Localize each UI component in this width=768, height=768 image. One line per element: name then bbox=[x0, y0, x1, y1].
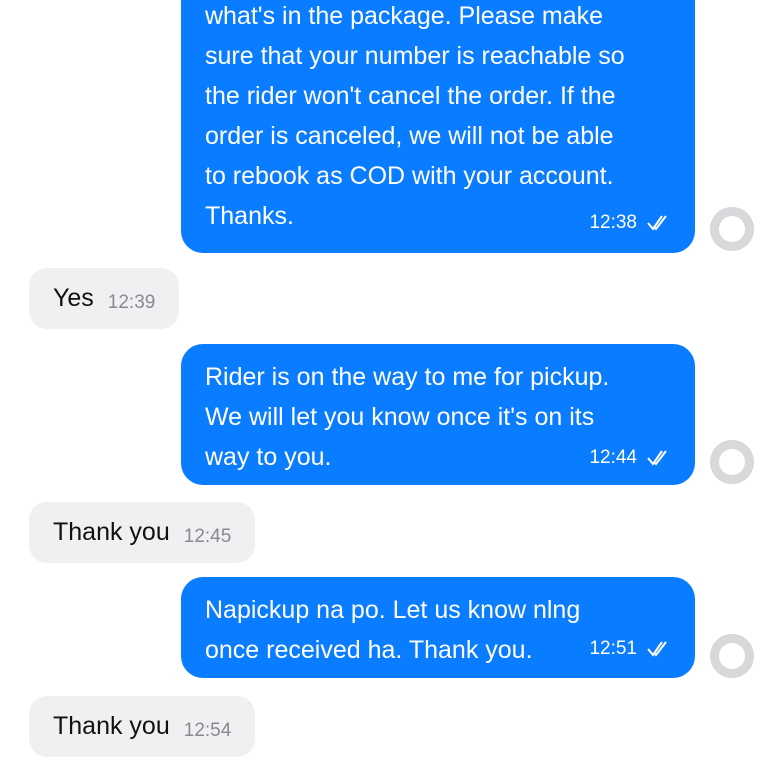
double-check-icon bbox=[647, 215, 667, 231]
chat-thread: what's in the package. Please make sure … bbox=[0, 0, 768, 768]
message-line: way to you. bbox=[205, 443, 332, 471]
message-line: We will let you know once it's on its bbox=[205, 403, 595, 431]
message-time: 12:45 bbox=[183, 525, 232, 547]
outgoing-message[interactable]: Napickup na po. Let us know nlng once re… bbox=[181, 577, 695, 678]
message-line: what's in the package. Please make bbox=[205, 2, 604, 30]
message-line: Thanks. bbox=[205, 202, 294, 230]
message-time: 12:38 bbox=[589, 212, 637, 233]
incoming-message[interactable]: Thank you 12:45 bbox=[29, 502, 256, 563]
message-meta: 12:51 bbox=[589, 638, 669, 660]
incoming-message[interactable]: Yes 12:39 bbox=[29, 268, 180, 329]
message-text: Thank you bbox=[53, 712, 170, 740]
double-check-icon bbox=[647, 641, 667, 657]
message-time: 12:39 bbox=[107, 291, 156, 313]
avatar[interactable] bbox=[710, 634, 754, 678]
double-check-icon bbox=[647, 450, 667, 466]
user-silhouette-icon bbox=[711, 441, 753, 483]
message-line: to rebook as COD with your account. bbox=[205, 162, 614, 190]
message-line: sure that your number is reachable so bbox=[205, 42, 625, 70]
message-time: 12:54 bbox=[183, 719, 232, 741]
avatar[interactable] bbox=[710, 207, 754, 251]
message-line: order is canceled, we will not be able bbox=[205, 122, 614, 150]
message-meta: 12:38 bbox=[589, 212, 669, 234]
incoming-message[interactable]: Thank you 12:54 bbox=[29, 696, 256, 757]
outgoing-message[interactable]: Rider is on the way to me for pickup. We… bbox=[181, 344, 695, 485]
message-text: what's in the package. Please make sure … bbox=[205, 0, 671, 236]
avatar[interactable] bbox=[710, 440, 754, 484]
message-text: Thank you bbox=[53, 518, 170, 546]
message-time: 12:51 bbox=[589, 638, 637, 659]
message-line: once received ha. Thank you. bbox=[205, 636, 533, 664]
outgoing-message[interactable]: what's in the package. Please make sure … bbox=[181, 0, 695, 253]
user-silhouette-icon bbox=[711, 635, 753, 677]
message-time: 12:44 bbox=[589, 447, 637, 468]
message-line: the rider won't cancel the order. If the bbox=[205, 82, 616, 110]
message-line: Rider is on the way to me for pickup. bbox=[205, 363, 610, 391]
message-line: Napickup na po. Let us know nlng bbox=[205, 596, 581, 624]
message-text: Yes bbox=[53, 284, 94, 312]
message-meta: 12:44 bbox=[589, 447, 669, 469]
user-silhouette-icon bbox=[711, 208, 753, 250]
